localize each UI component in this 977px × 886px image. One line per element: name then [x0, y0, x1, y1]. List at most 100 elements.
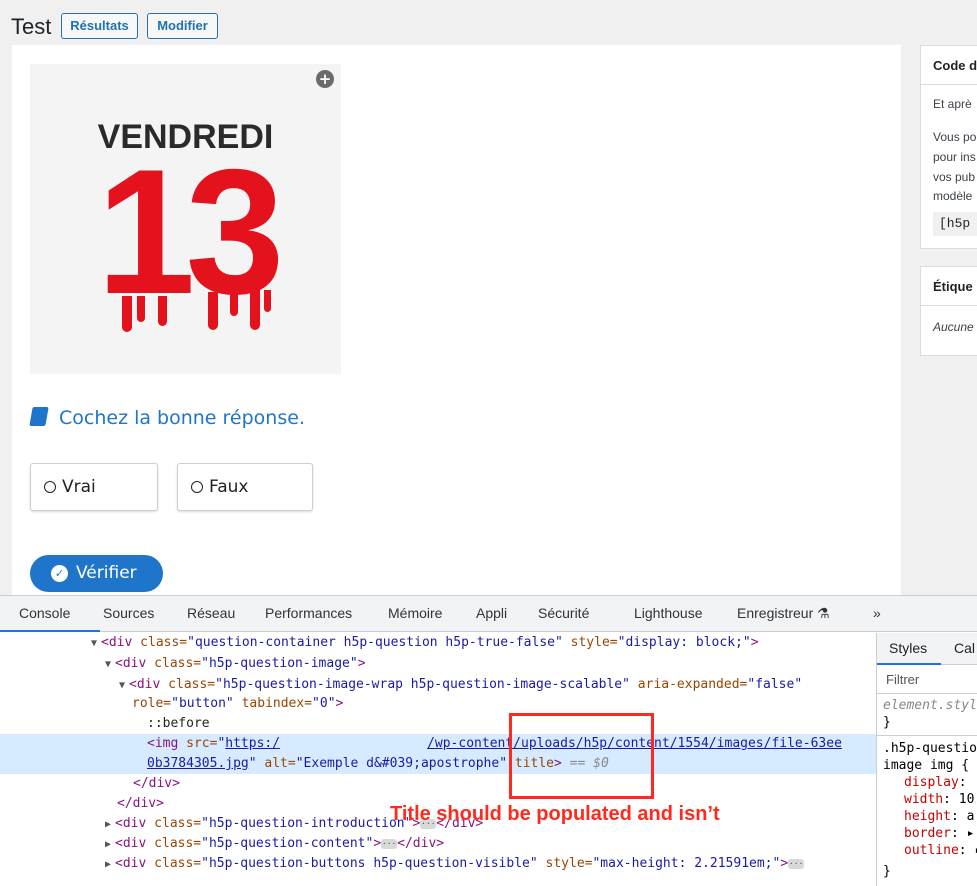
attr-name: style= — [562, 635, 618, 650]
pseudo-before: ::before — [147, 716, 210, 731]
tag-name: <img — [147, 736, 179, 751]
check-button[interactable]: ✓ Vérifier — [30, 555, 163, 592]
tag-name: <div — [101, 635, 133, 650]
close-tag: </div> — [397, 836, 445, 851]
dom-node[interactable]: ▶ <div class="h5p-question-buttons h5p-qu… — [105, 854, 805, 874]
css-property[interactable]: height: a — [904, 808, 974, 825]
prop-name: outline — [904, 843, 959, 858]
devtools-tabbar: Console Sources Réseau Performances Mémo… — [0, 596, 977, 632]
results-button[interactable]: Résultats — [61, 13, 138, 39]
attr-name: class= — [160, 677, 216, 692]
css-property[interactable]: outline: ▸ — [904, 842, 977, 859]
expand-triangle-icon[interactable]: ▶ — [105, 859, 111, 870]
attr-name: class= — [146, 816, 202, 831]
tab-application[interactable]: Appli — [476, 605, 507, 621]
blood-drip — [137, 296, 145, 322]
expand-triangle-icon[interactable]: ▶ — [105, 819, 111, 830]
divider — [921, 84, 977, 85]
answer-true-option[interactable]: Vrai — [30, 463, 158, 511]
dom-node[interactable]: ▼ <div class="h5p-question-image-wrap h5p… — [119, 675, 802, 695]
attr-value: "max-height: 2.21591em;" — [592, 856, 781, 871]
tag-name: <div — [115, 656, 147, 671]
page-title: Test — [11, 14, 52, 39]
dom-node[interactable]: ▶ <div class="h5p-question-content">···</… — [105, 834, 444, 854]
divider — [921, 305, 977, 306]
tab-security[interactable]: Sécurité — [538, 605, 589, 621]
tag-end: > — [335, 696, 344, 711]
dom-node-continued: role="button" tabindex="0"> — [132, 694, 343, 714]
prop-value: a — [958, 809, 975, 824]
prop-name: width — [904, 792, 944, 807]
tab-sources[interactable]: Sources — [103, 605, 154, 621]
shortcode-box-text: pour ins — [933, 150, 976, 164]
answer-false-option[interactable]: Faux — [177, 463, 313, 511]
shortcode-value[interactable]: [h5p — [933, 212, 977, 236]
tag-name: <div — [129, 677, 161, 692]
tab-network[interactable]: Réseau — [187, 605, 235, 621]
dom-node[interactable]: ▼ <div class="h5p-question-image"> — [105, 654, 366, 674]
tab-lighthouse[interactable]: Lighthouse — [634, 605, 703, 621]
css-property[interactable]: border: ▸ — [904, 825, 974, 842]
dom-node-selected-continued[interactable]: 0b3784305.jpg" alt="Exemple d&#039;apost… — [0, 754, 876, 774]
book-icon — [29, 407, 49, 426]
dom-close-tag[interactable]: </div> — [133, 774, 180, 794]
rule-close: } — [883, 864, 891, 879]
tab-memory[interactable]: Mémoire — [388, 605, 442, 621]
close-tag: </div> — [133, 776, 180, 791]
element-style-rule[interactable]: element.styl — [883, 697, 977, 714]
image-text-13: 13 — [96, 132, 285, 331]
attr-name: class= — [146, 836, 202, 851]
tab-styles[interactable]: Styles — [889, 640, 927, 656]
rule-selector[interactable]: image img { — [883, 757, 969, 774]
ellipsis-icon[interactable]: ··· — [381, 839, 398, 849]
radio-icon — [44, 481, 56, 493]
attr-name: src= — [178, 736, 218, 751]
edit-button[interactable]: Modifier — [147, 13, 218, 39]
prop-value: ▸ — [958, 826, 975, 841]
css-property[interactable]: display: — [904, 774, 967, 791]
blood-drip — [250, 290, 260, 330]
src-link[interactable]: 0b3784305.jpg — [147, 756, 249, 771]
tab-console[interactable]: Console — [19, 605, 70, 621]
attr-name: role= — [132, 696, 172, 711]
collapse-triangle-icon[interactable]: ▼ — [105, 659, 111, 670]
collapse-triangle-icon[interactable]: ▼ — [91, 638, 97, 649]
src-link[interactable]: https:/ — [225, 736, 280, 751]
tags-box-text: Aucune — [933, 320, 974, 334]
attr-value: "h5p-question-image-wrap h5p-question-im… — [215, 677, 630, 692]
devtools-panel: Console Sources Réseau Performances Mémo… — [0, 595, 977, 886]
tag-name: <div — [115, 816, 147, 831]
shortcode-box-text: Vous po — [933, 130, 977, 144]
shortcode-box-text: modèle — [933, 189, 973, 203]
attr-name: class= — [132, 635, 188, 650]
dom-pseudo-element[interactable]: ::before — [147, 714, 210, 734]
css-property[interactable]: width: 10 — [904, 791, 974, 808]
elements-tree: ▼ <div class="question-container h5p-ques… — [0, 633, 876, 886]
blood-drip — [208, 292, 218, 330]
prop-value: ▸ — [967, 843, 977, 858]
tag-name: <div — [115, 836, 147, 851]
styles-filter-input[interactable]: Filtrer — [877, 666, 977, 694]
blood-drip — [122, 296, 132, 332]
attr-quote: " — [248, 756, 257, 771]
tag-name: <div — [115, 856, 147, 871]
dom-node[interactable]: ▼ <div class="question-container h5p-ques… — [91, 633, 759, 653]
attr-value: "button" — [171, 696, 234, 711]
tag-end: > — [373, 836, 382, 851]
dom-node-selected[interactable]: <img src="https://wp-content/uploads/h5p… — [0, 734, 876, 754]
tab-recorder[interactable]: Enregistreur ⚗ — [737, 605, 830, 622]
shortcode-box-text: vos pub — [933, 170, 976, 184]
tab-computed[interactable]: Cal — [954, 640, 975, 656]
check-button-label: Vérifier — [76, 563, 137, 583]
question-image[interactable]: VENDREDI 13 — [30, 64, 341, 374]
more-tabs-icon[interactable]: » — [873, 605, 881, 621]
expand-triangle-icon[interactable]: ▶ — [105, 839, 111, 850]
rule-selector[interactable]: .h5p-questio — [883, 740, 977, 757]
expand-image-icon[interactable]: + — [316, 70, 334, 88]
attr-value: "0" — [312, 696, 336, 711]
ellipsis-icon[interactable]: ··· — [788, 859, 805, 869]
collapse-triangle-icon[interactable]: ▼ — [119, 680, 125, 691]
dom-close-tag[interactable]: </div> — [117, 794, 164, 814]
attr-name: aria-expanded= — [629, 677, 748, 692]
tab-performance[interactable]: Performances — [265, 605, 352, 621]
